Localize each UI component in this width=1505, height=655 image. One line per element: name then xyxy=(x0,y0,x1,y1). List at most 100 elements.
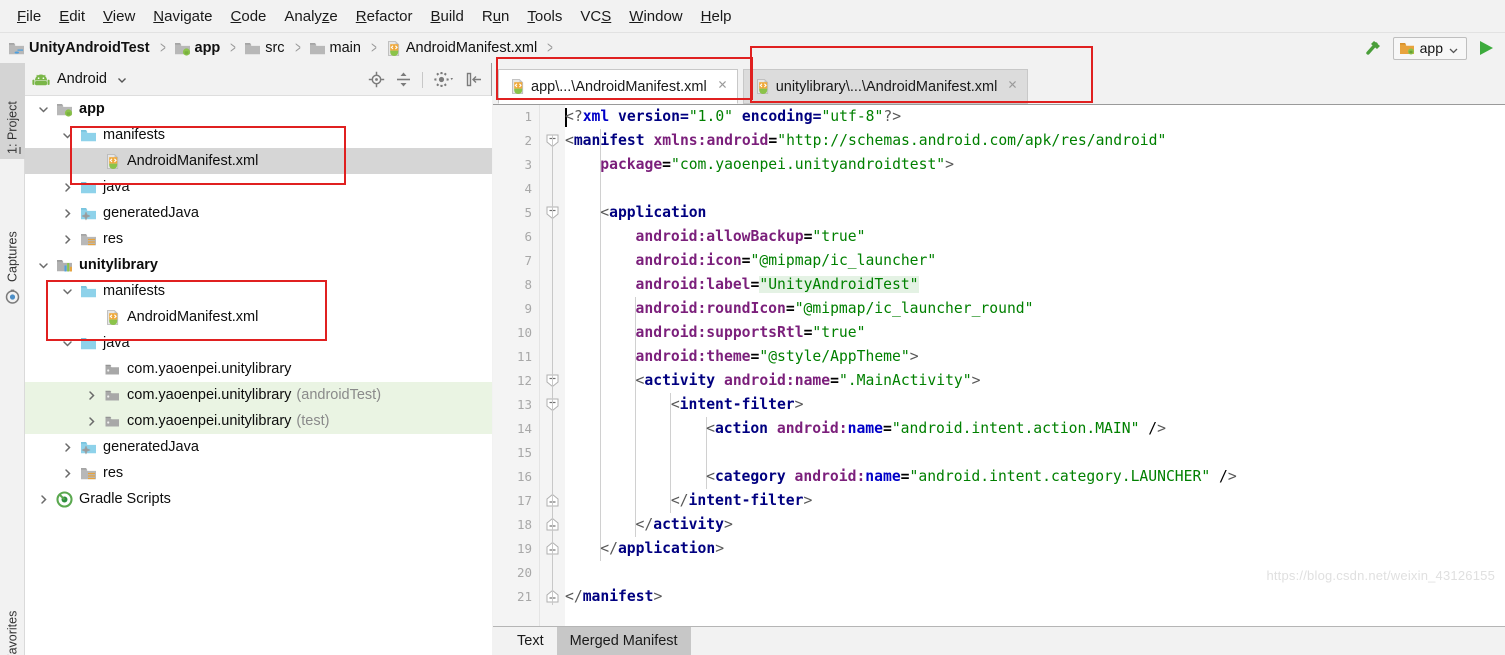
chevron-down-icon[interactable] xyxy=(60,128,74,142)
code-editor[interactable]: 123456789101112131415161718192021 <?xml … xyxy=(493,104,1505,626)
project-tool-window: Android xyxy=(25,63,492,655)
code-fold-gutter[interactable] xyxy=(540,105,565,626)
breadcrumb-separator: > xyxy=(371,38,376,58)
menu-item-help[interactable]: Help xyxy=(692,6,741,27)
tree-node-androidmanifest-xml[interactable]: AndroidManifest.xml xyxy=(25,304,492,330)
menu-item-run[interactable]: Run xyxy=(473,6,519,27)
chevron-right-icon[interactable] xyxy=(36,492,50,506)
chevron-right-icon[interactable] xyxy=(60,440,74,454)
chevron-right-icon[interactable] xyxy=(60,232,74,246)
menu-item-code[interactable]: Code xyxy=(222,6,276,27)
code-line[interactable]: android:roundIcon="@mipmap/ic_launcher_r… xyxy=(636,297,1034,321)
folder-res-icon xyxy=(80,231,97,248)
tool-window-tab-captures[interactable]: Captures xyxy=(0,193,25,287)
menu-item-window[interactable]: Window xyxy=(620,6,691,27)
line-number: 1 xyxy=(524,105,532,129)
code-token: = xyxy=(662,156,671,173)
menu-item-file[interactable]: File xyxy=(8,6,50,27)
tree-node-com-yaoenpei-unitylibrary[interactable]: com.yaoenpei.unitylibrary(test) xyxy=(25,408,492,434)
chevron-down-icon[interactable] xyxy=(116,73,128,85)
chevron-right-icon[interactable] xyxy=(60,206,74,220)
code-line[interactable]: <activity android:name=".MainActivity"> xyxy=(636,369,981,393)
tree-node-gradle-scripts[interactable]: Gradle Scripts xyxy=(25,486,492,512)
code-line[interactable]: <manifest xmlns:android="http://schemas.… xyxy=(565,129,1166,153)
project-panel-toolbar xyxy=(368,63,483,96)
editor-bottom-tab-merged-manifest[interactable]: Merged Manifest xyxy=(557,627,691,655)
tool-window-tab-favorites[interactable]: 2: Favorites xyxy=(0,573,25,655)
editor-tab-app-manifest[interactable]: app\...\AndroidManifest.xml xyxy=(498,69,738,104)
code-token: / xyxy=(1210,468,1228,485)
editor-tab-unitylibrary-manifest[interactable]: unitylibrary\...\AndroidManifest.xml xyxy=(743,69,1029,104)
tree-node-com-yaoenpei-unitylibrary[interactable]: com.yaoenpei.unitylibrary xyxy=(25,356,492,382)
tree-node-androidmanifest-xml[interactable]: AndroidManifest.xml xyxy=(25,148,492,174)
breadcrumb-item-0[interactable]: UnityAndroidTest xyxy=(8,40,150,57)
close-icon[interactable] xyxy=(1006,78,1019,95)
chevron-right-icon[interactable] xyxy=(60,466,74,480)
run-play-icon[interactable] xyxy=(1475,37,1497,59)
code-line[interactable]: <?xml version="1.0" encoding="utf-8"?> xyxy=(565,105,901,129)
tree-node-generatedjava[interactable]: generatedJava xyxy=(25,200,492,226)
code-line[interactable]: android:icon="@mipmap/ic_launcher" xyxy=(636,249,937,273)
chevron-down-icon[interactable] xyxy=(36,258,50,272)
code-line[interactable]: <intent-filter> xyxy=(671,393,804,417)
menu-item-navigate[interactable]: Navigate xyxy=(144,6,221,27)
breadcrumb-item-2[interactable]: src xyxy=(244,40,284,57)
hammer-icon[interactable] xyxy=(1363,37,1385,59)
menu-item-refactor[interactable]: Refactor xyxy=(347,6,422,27)
menu-item-build[interactable]: Build xyxy=(421,6,472,27)
tree-node-manifests[interactable]: manifests xyxy=(25,122,492,148)
chevron-right-icon[interactable] xyxy=(60,180,74,194)
code-line[interactable]: <action android:name="android.intent.act… xyxy=(706,417,1166,441)
code-line[interactable]: </application> xyxy=(600,537,724,561)
tree-node-manifests[interactable]: manifests xyxy=(25,278,492,304)
code-line[interactable]: android:supportsRtl="true" xyxy=(636,321,866,345)
tree-node-unitylibrary[interactable]: unitylibrary xyxy=(25,252,492,278)
tree-node-label: com.yaoenpei.unitylibrary xyxy=(127,361,291,377)
run-configuration-selector[interactable]: app xyxy=(1393,37,1467,60)
tree-node-com-yaoenpei-unitylibrary[interactable]: com.yaoenpei.unitylibrary(androidTest) xyxy=(25,382,492,408)
code-token: encoding= xyxy=(733,108,821,125)
chevron-right-icon[interactable] xyxy=(84,414,98,428)
code-line[interactable]: <category android:name="android.intent.c… xyxy=(706,465,1237,489)
menu-item-edit[interactable]: Edit xyxy=(50,6,94,27)
hide-panel-icon[interactable] xyxy=(466,71,483,88)
tool-window-tab-project[interactable]: 1: Project xyxy=(0,63,25,159)
tree-node-res[interactable]: res xyxy=(25,226,492,252)
android-module-icon xyxy=(174,40,191,57)
code-token: category xyxy=(715,468,786,485)
collapse-all-icon[interactable] xyxy=(395,71,412,88)
code-line[interactable]: android:theme="@style/AppTheme"> xyxy=(636,345,919,369)
menu-item-vcs[interactable]: VCS xyxy=(571,6,620,27)
code-line[interactable]: </manifest> xyxy=(565,585,662,609)
code-line[interactable]: package="com.yaoenpei.unityandroidtest"> xyxy=(600,153,954,177)
code-line[interactable]: </activity> xyxy=(636,513,733,537)
menu-item-analyze[interactable]: Analyze xyxy=(275,6,346,27)
chevron-down-icon[interactable] xyxy=(36,102,50,116)
chevron-down-icon[interactable] xyxy=(1448,43,1459,54)
code-text[interactable]: <?xml version="1.0" encoding="utf-8"?><m… xyxy=(565,105,1505,626)
menu-item-view[interactable]: View xyxy=(94,6,144,27)
chevron-down-icon[interactable] xyxy=(60,336,74,350)
tree-node-java[interactable]: java xyxy=(25,174,492,200)
code-line[interactable]: android:allowBackup="true" xyxy=(636,225,866,249)
locate-target-icon[interactable] xyxy=(368,71,385,88)
folder-blue-icon xyxy=(80,335,97,352)
code-line[interactable]: android:label="UnityAndroidTest" xyxy=(636,273,919,297)
breadcrumb-label: src xyxy=(265,40,284,56)
breadcrumb-item-1[interactable]: app xyxy=(174,40,221,57)
tree-node-java[interactable]: java xyxy=(25,330,492,356)
code-line[interactable]: <application xyxy=(600,201,706,225)
close-icon[interactable] xyxy=(716,78,729,95)
menu-item-tools[interactable]: Tools xyxy=(518,6,571,27)
code-line[interactable]: </intent-filter> xyxy=(671,489,813,513)
tree-node-generatedjava[interactable]: generatedJava xyxy=(25,434,492,460)
chevron-right-icon[interactable] xyxy=(84,388,98,402)
project-tree[interactable]: appmanifestsAndroidManifest.xmljavagener… xyxy=(25,96,492,655)
settings-gear-icon[interactable] xyxy=(433,71,456,88)
breadcrumb-item-4[interactable]: AndroidManifest.xml xyxy=(385,40,537,57)
breadcrumb-item-3[interactable]: main xyxy=(309,40,361,57)
tree-node-res[interactable]: res xyxy=(25,460,492,486)
editor-bottom-tab-text[interactable]: Text xyxy=(504,627,557,655)
tree-node-app[interactable]: app xyxy=(25,96,492,122)
chevron-down-icon[interactable] xyxy=(60,284,74,298)
